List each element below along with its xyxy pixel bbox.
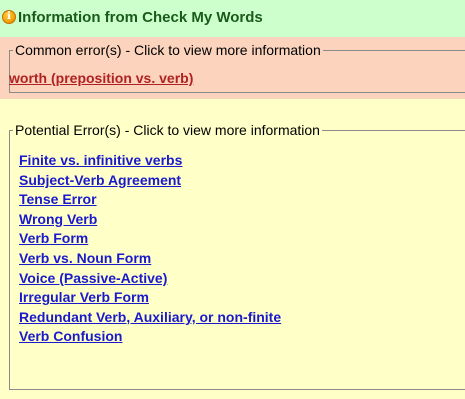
common-errors-legend: Common error(s) - Click to view more inf… xyxy=(13,42,323,58)
list-item: Irregular Verb Form xyxy=(19,288,281,308)
list-item: Redundant Verb, Auxiliary, or non-finite xyxy=(19,308,281,328)
list-item: Verb Form xyxy=(19,229,281,249)
list-item: Voice (Passive-Active) xyxy=(19,269,281,289)
common-errors-section: Common error(s) - Click to view more inf… xyxy=(0,37,465,99)
panel-header: Information from Check My Words xyxy=(0,0,465,37)
error-link-verb-vs-noun-form[interactable]: Verb vs. Noun Form xyxy=(19,250,151,266)
potential-errors-list: Finite vs. infinitive verbs Subject-Verb… xyxy=(19,151,281,347)
error-link-finite-infinitive[interactable]: Finite vs. infinitive verbs xyxy=(19,152,182,168)
error-link-tense-error[interactable]: Tense Error xyxy=(19,191,97,207)
error-link-subject-verb-agreement[interactable]: Subject-Verb Agreement xyxy=(19,172,181,188)
potential-errors-legend: Potential Error(s) - Click to view more … xyxy=(13,122,322,138)
error-link-irregular-verb-form[interactable]: Irregular Verb Form xyxy=(19,289,149,305)
list-item: Subject-Verb Agreement xyxy=(19,171,281,191)
list-item: Finite vs. infinitive verbs xyxy=(19,151,281,171)
list-item: Wrong Verb xyxy=(19,210,281,230)
error-link-voice[interactable]: Voice (Passive-Active) xyxy=(19,270,167,286)
list-item: Verb vs. Noun Form xyxy=(19,249,281,269)
panel-title: Information from Check My Words xyxy=(18,9,263,26)
error-link-wrong-verb[interactable]: Wrong Verb xyxy=(19,211,97,227)
error-link-redundant-verb[interactable]: Redundant Verb, Auxiliary, or non-finite xyxy=(19,309,281,325)
error-link-verb-confusion[interactable]: Verb Confusion xyxy=(19,328,122,344)
list-item: Verb Confusion xyxy=(19,327,281,347)
check-my-words-panel: Information from Check My Words Common e… xyxy=(0,0,465,399)
list-item: Tense Error xyxy=(19,190,281,210)
info-icon xyxy=(2,10,16,24)
error-link-verb-form[interactable]: Verb Form xyxy=(19,230,88,246)
common-error-link-worth[interactable]: worth (preposition vs. verb) xyxy=(9,70,193,86)
